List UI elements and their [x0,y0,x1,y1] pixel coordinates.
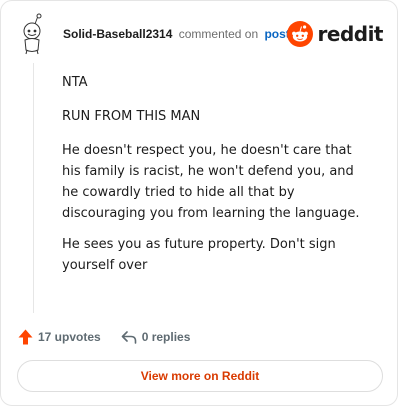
reddit-comment-card: Solid-Baseball2314 commented on post red… [0,0,398,406]
comment-header: Solid-Baseball2314 commented on post red… [1,1,397,61]
username-link[interactable]: Solid-Baseball2314 [63,27,172,41]
view-more-button[interactable]: View more on Reddit [17,360,383,392]
comment-paragraph: NTA [62,75,88,90]
thread-line [33,63,34,313]
snoo-avatar-icon[interactable] [15,13,49,55]
comment-body: NTA RUN FROM THIS MAN He doesn't respect… [62,72,362,286]
reddit-wordmark: reddit [317,22,384,46]
comment-actions: 17 upvotes 0 replies [18,327,190,347]
reply-arrow-icon [121,331,137,344]
reddit-snoo-icon [286,21,313,47]
reddit-logo[interactable]: reddit [286,21,384,47]
upvote-count: 17 upvotes [38,330,101,344]
upvote-arrow-icon [18,329,33,345]
comment-paragraph: He sees you as future property. Don't si… [62,237,336,273]
comment-meta: Solid-Baseball2314 commented on post [63,27,290,41]
commented-on-text: commented on [178,27,259,41]
comment-paragraph: RUN FROM THIS MAN [62,109,201,124]
comment-paragraph: He doesn't respect you, he doesn't care … [62,143,360,221]
reply-count: 0 replies [141,330,191,344]
replies-button[interactable]: 0 replies [121,330,191,344]
upvote-button[interactable]: 17 upvotes [18,329,101,345]
